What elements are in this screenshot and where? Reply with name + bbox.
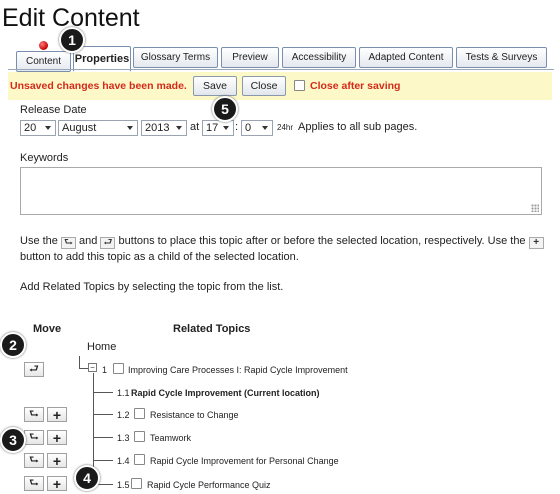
tab-tests-surveys[interactable]: Tests & Surveys	[456, 47, 547, 68]
tab-properties-label: Properties	[74, 53, 130, 65]
topic-label: Rapid Cycle Improvement for Personal Cha…	[150, 456, 339, 466]
tree-line	[93, 414, 113, 415]
unsaved-indicator-icon	[39, 41, 48, 50]
tree-line	[79, 368, 88, 369]
add-child-icon: +	[528, 237, 544, 249]
topic-checkbox[interactable]	[131, 478, 142, 489]
topic-label: Resistance to Change	[150, 410, 239, 420]
tree-home: Home	[87, 341, 117, 353]
instructions-text-2: and	[79, 235, 98, 247]
unsaved-message: Unsaved changes have been made.	[10, 80, 187, 92]
place-before-icon: ⮐	[100, 237, 116, 249]
close-button[interactable]: Close	[242, 76, 286, 96]
tab-preview-label: Preview	[232, 52, 268, 63]
month-select[interactable]: August	[58, 120, 138, 136]
year-select[interactable]: 2013	[141, 120, 187, 136]
tab-divider	[8, 69, 554, 70]
resize-grip-icon[interactable]	[531, 204, 539, 212]
topic-label: Rapid Cycle Performance Quiz	[147, 480, 271, 490]
tab-adapted-label: Adapted Content	[368, 52, 444, 63]
instructions-text-3: buttons to place this topic after or bef…	[118, 235, 526, 247]
hr-label: 24hr	[277, 123, 294, 132]
day-select[interactable]: 20	[20, 120, 56, 136]
topic-label: Teamwork	[150, 433, 192, 443]
step-badge: 2	[0, 332, 26, 358]
place-after-button[interactable]: ⮑	[24, 476, 44, 491]
add-child-button[interactable]: +	[47, 453, 67, 468]
instructions-text-4: button to add this topic as a child of t…	[20, 251, 299, 263]
time-colon: :	[235, 121, 239, 133]
minute-value: 0	[245, 122, 252, 134]
keywords-label: Keywords	[20, 152, 69, 164]
month-value: August	[62, 122, 97, 134]
hour-value: 17	[206, 122, 219, 134]
topic-checkbox[interactable]	[134, 454, 145, 465]
related-hint: Add Related Topics by selecting the topi…	[20, 281, 284, 293]
collapse-icon[interactable]: −	[88, 363, 97, 372]
tree-line	[93, 460, 113, 461]
year-value: 2013	[145, 122, 170, 134]
chevron-down-icon	[176, 126, 182, 130]
keywords-textarea[interactable]	[20, 167, 542, 215]
save-bar: Unsaved changes have been made. Save Clo…	[8, 72, 552, 100]
tab-tests-label: Tests & Surveys	[465, 52, 538, 63]
tab-preview[interactable]: Preview	[221, 47, 279, 68]
tree-line	[93, 437, 113, 438]
close-after-saving-label: Close after saving	[310, 80, 401, 92]
step-badge: 4	[74, 465, 100, 491]
day-value: 20	[24, 122, 37, 134]
place-before-button[interactable]: ⮐	[24, 362, 44, 377]
tab-adapted-content[interactable]: Adapted Content	[359, 47, 453, 68]
topic-number: 1.3	[117, 433, 130, 443]
add-child-button[interactable]: +	[47, 407, 67, 422]
chevron-down-icon	[127, 126, 133, 130]
release-date-label: Release Date	[20, 104, 87, 116]
topic-number: 1	[102, 365, 108, 375]
minute-select[interactable]: 0	[241, 120, 273, 136]
step-badge: 1	[59, 27, 85, 53]
save-button[interactable]: Save	[193, 76, 237, 96]
tab-accessibility-label: Accessibility	[291, 52, 347, 63]
instructions-paragraph: Use the ⮑ and ⮐ buttons to place this to…	[20, 233, 545, 265]
topic-checkbox[interactable]	[113, 363, 124, 374]
topic-checkbox[interactable]	[134, 408, 145, 419]
applies-label: Applies to all sub pages.	[298, 121, 418, 133]
topic-label: Improving Care Processes I: Rapid Cycle …	[128, 365, 348, 375]
hour-select[interactable]: 17	[202, 120, 234, 136]
close-after-saving-checkbox[interactable]	[294, 80, 305, 91]
topic-number: 1.5	[117, 480, 130, 490]
place-after-button[interactable]: ⮑	[24, 430, 44, 445]
add-child-button[interactable]: +	[47, 476, 67, 491]
chevron-down-icon	[45, 126, 51, 130]
instructions-text-1: Use the	[20, 235, 58, 247]
move-column-header: Move	[33, 323, 62, 335]
step-badge: 3	[0, 427, 26, 453]
topic-number: 1.2	[117, 410, 130, 420]
tab-glossary-terms[interactable]: Glossary Terms	[133, 47, 218, 68]
place-after-icon: ⮑	[60, 237, 76, 249]
topic-number: 1.1	[117, 388, 130, 398]
chevron-down-icon	[262, 126, 268, 130]
tree-line	[79, 356, 80, 368]
step-badge: 5	[212, 96, 238, 122]
tab-content-label: Content	[25, 56, 62, 67]
topic-checkbox[interactable]	[134, 431, 145, 442]
tab-accessibility[interactable]: Accessibility	[282, 47, 356, 68]
related-topics-column-header: Related Topics	[173, 323, 251, 335]
topic-number: 1.4	[117, 456, 130, 466]
place-after-button[interactable]: ⮑	[24, 453, 44, 468]
topic-label-current: Rapid Cycle Improvement (Current locatio…	[131, 388, 320, 398]
add-child-button[interactable]: +	[47, 430, 67, 445]
at-label: at	[190, 121, 200, 133]
place-after-button[interactable]: ⮑	[24, 407, 44, 422]
tab-glossary-label: Glossary Terms	[140, 52, 211, 63]
tree-line	[93, 392, 113, 393]
chevron-down-icon	[223, 126, 229, 130]
